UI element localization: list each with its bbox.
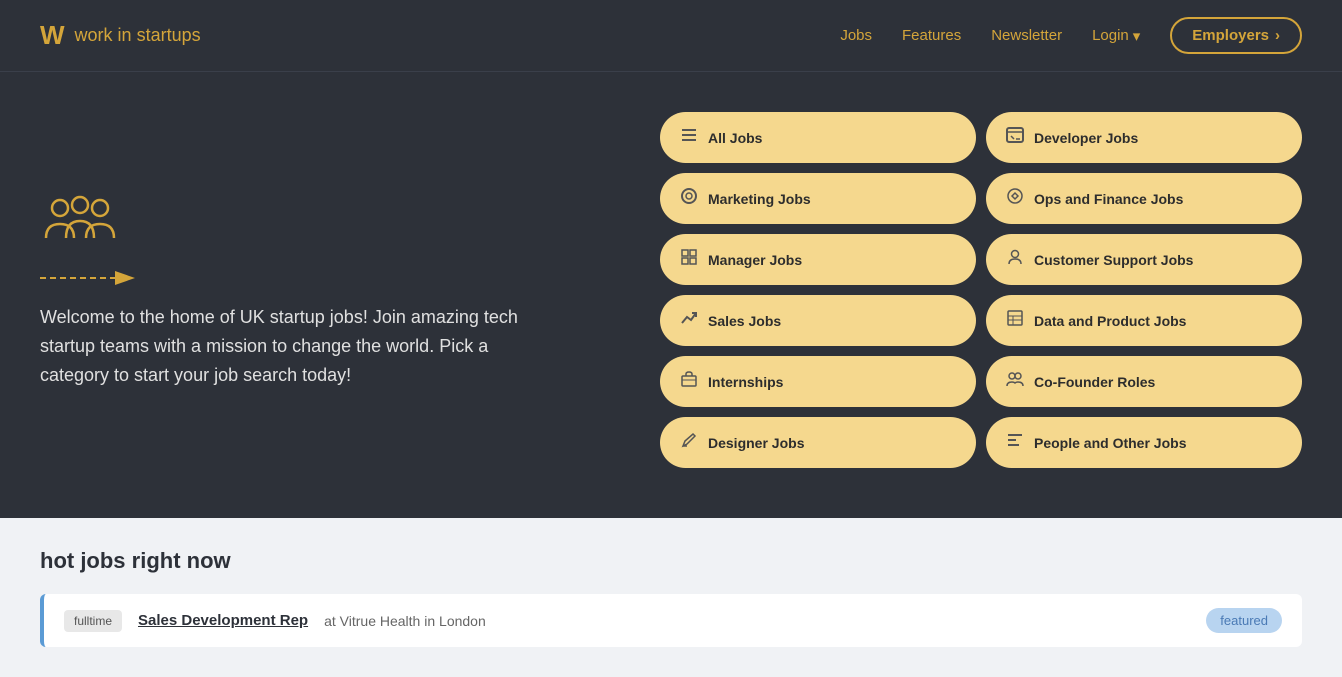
job-type-badge: fulltime: [64, 610, 122, 632]
customer-support-icon: [1006, 248, 1024, 271]
designer-jobs-label: Designer Jobs: [708, 435, 804, 451]
category-manager-jobs[interactable]: Manager Jobs: [660, 234, 976, 285]
data-product-label: Data and Product Jobs: [1034, 313, 1186, 329]
sales-jobs-icon: [680, 309, 698, 332]
category-designer-jobs[interactable]: Designer Jobs: [660, 417, 976, 468]
job-categories-grid: All Jobs Developer Jobs Marketing Jobs O…: [660, 112, 1302, 468]
arrow-dashed-icon: [40, 263, 140, 293]
hero-tagline: Welcome to the home of UK startup jobs! …: [40, 303, 540, 389]
marketing-jobs-icon: [680, 187, 698, 210]
category-sales-jobs[interactable]: Sales Jobs: [660, 295, 976, 346]
nav-newsletter[interactable]: Newsletter: [991, 27, 1062, 44]
data-product-icon: [1006, 309, 1024, 332]
category-all-jobs[interactable]: All Jobs: [660, 112, 976, 163]
header: W work in startups Jobs Features Newslet…: [0, 0, 1342, 72]
logo-area[interactable]: W work in startups: [40, 20, 201, 51]
hot-jobs-section: hot jobs right now fulltime Sales Develo…: [0, 518, 1342, 677]
nav-login[interactable]: Login ▾: [1092, 27, 1140, 45]
category-co-founder[interactable]: Co-Founder Roles: [986, 356, 1302, 407]
logo-icon: W: [40, 20, 65, 51]
marketing-jobs-label: Marketing Jobs: [708, 191, 811, 207]
employers-button[interactable]: Employers ›: [1170, 17, 1302, 54]
category-internships[interactable]: Internships: [660, 356, 976, 407]
chevron-right-icon: ›: [1275, 27, 1280, 44]
internships-icon: [680, 370, 698, 393]
logo-text: work in startups: [75, 25, 201, 46]
category-people-other[interactable]: People and Other Jobs: [986, 417, 1302, 468]
job-title-link[interactable]: Sales Development Rep: [138, 612, 308, 629]
co-founder-icon: [1006, 370, 1024, 393]
people-other-label: People and Other Jobs: [1034, 435, 1186, 451]
internships-label: Internships: [708, 374, 783, 390]
all-jobs-icon: [680, 126, 698, 149]
category-customer-support[interactable]: Customer Support Jobs: [986, 234, 1302, 285]
job-listing-row: fulltime Sales Development Rep at Vitrue…: [40, 594, 1302, 647]
category-developer-jobs[interactable]: Developer Jobs: [986, 112, 1302, 163]
ops-finance-icon: [1006, 187, 1024, 210]
chevron-down-icon: ▾: [1133, 27, 1141, 45]
developer-jobs-label: Developer Jobs: [1034, 130, 1138, 146]
nav-jobs[interactable]: Jobs: [840, 27, 872, 44]
all-jobs-label: All Jobs: [708, 130, 762, 146]
manager-jobs-label: Manager Jobs: [708, 252, 802, 268]
job-location: at Vitrue Health in London: [324, 613, 486, 629]
manager-jobs-icon: [680, 248, 698, 271]
main-nav: Jobs Features Newsletter Login ▾ Employe…: [840, 17, 1302, 54]
customer-support-label: Customer Support Jobs: [1034, 252, 1193, 268]
people-other-icon: [1006, 431, 1024, 454]
featured-badge: featured: [1206, 608, 1282, 633]
hero-section: Welcome to the home of UK startup jobs! …: [0, 72, 1342, 518]
people-group-icon: [40, 190, 640, 255]
category-ops-finance-jobs[interactable]: Ops and Finance Jobs: [986, 173, 1302, 224]
nav-features[interactable]: Features: [902, 27, 961, 44]
category-data-product[interactable]: Data and Product Jobs: [986, 295, 1302, 346]
hero-left: Welcome to the home of UK startup jobs! …: [40, 190, 660, 389]
category-marketing-jobs[interactable]: Marketing Jobs: [660, 173, 976, 224]
designer-jobs-icon: [680, 431, 698, 454]
sales-jobs-label: Sales Jobs: [708, 313, 781, 329]
ops-finance-label: Ops and Finance Jobs: [1034, 191, 1183, 207]
hot-jobs-title: hot jobs right now: [40, 548, 1302, 574]
co-founder-label: Co-Founder Roles: [1034, 374, 1155, 390]
developer-jobs-icon: [1006, 126, 1024, 149]
